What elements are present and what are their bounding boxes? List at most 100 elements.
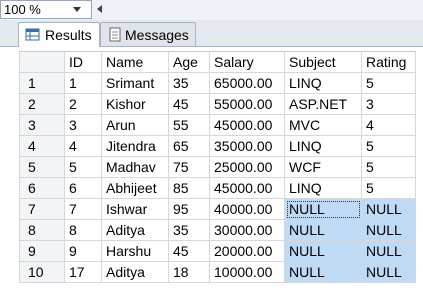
grid-cell[interactable]: 95	[168, 198, 210, 220]
table-row[interactable]: 4 4 Jitendra 65 35000.00 LINQ 5	[19, 135, 416, 157]
document-icon	[109, 27, 121, 42]
horizontal-scrollbar[interactable]	[92, 0, 423, 19]
grid-cell[interactable]: 85	[168, 177, 210, 199]
grid-cell[interactable]: 8	[64, 219, 102, 241]
table-row[interactable]: 5 5 Madhav 75 25000.00 WCF 5	[19, 156, 416, 178]
grid-cell[interactable]: ASP.NET	[284, 93, 362, 115]
grid-cell[interactable]: 5	[361, 177, 416, 199]
grid-cell[interactable]: 35000.00	[209, 135, 285, 157]
grid-cell[interactable]: 7	[64, 198, 102, 220]
header-row: ID Name Age Salary Subject Rating	[19, 51, 416, 73]
column-header-salary[interactable]: Salary	[209, 51, 285, 73]
grid-cell[interactable]: 25000.00	[209, 156, 285, 178]
row-number[interactable]: 5	[19, 156, 65, 178]
select-all-corner[interactable]	[19, 51, 65, 73]
grid-cell[interactable]: 6	[64, 177, 102, 199]
grid-cell[interactable]: 45000.00	[209, 177, 285, 199]
table-row[interactable]: 2 2 Kishor 45 55000.00 ASP.NET 3	[19, 93, 416, 115]
tab-results[interactable]: Results	[18, 22, 100, 47]
row-number[interactable]: 9	[19, 240, 65, 262]
grid-cell[interactable]: Arun	[101, 114, 169, 136]
grid-cell[interactable]: MVC	[284, 114, 362, 136]
grid-cell[interactable]: NULL	[361, 240, 416, 262]
grid-cell[interactable]: 75	[168, 156, 210, 178]
grid-cell[interactable]: NULL	[284, 261, 362, 283]
table-row[interactable]: 8 8 Aditya 35 30000.00 NULL NULL	[19, 219, 416, 241]
grid-cell[interactable]: 5	[64, 156, 102, 178]
grid-cell[interactable]: Jitendra	[101, 135, 169, 157]
grid-cell[interactable]: Aditya	[101, 219, 169, 241]
grid-cell[interactable]: Harshu	[101, 240, 169, 262]
grid-icon	[25, 28, 40, 41]
grid-cell[interactable]: Ishwar	[101, 198, 169, 220]
grid-cell[interactable]: 18	[168, 261, 210, 283]
grid-cell[interactable]: 3	[361, 93, 416, 115]
row-number[interactable]: 10	[19, 261, 65, 283]
grid-cell[interactable]: NULL	[361, 261, 416, 283]
grid-cell[interactable]: Abhijeet	[101, 177, 169, 199]
grid-cell[interactable]: 17	[64, 261, 102, 283]
table-row[interactable]: 9 9 Harshu 45 20000.00 NULL NULL	[19, 240, 416, 262]
table-row[interactable]: 6 6 Abhijeet 85 45000.00 LINQ 5	[19, 177, 416, 199]
column-header-name[interactable]: Name	[101, 51, 169, 73]
row-number[interactable]: 6	[19, 177, 65, 199]
row-number[interactable]: 7	[19, 198, 65, 220]
grid-cell[interactable]: 4	[361, 114, 416, 136]
grid-cell[interactable]: 5	[361, 72, 416, 94]
chevron-down-icon[interactable]	[73, 7, 81, 12]
grid-cell[interactable]: 3	[64, 114, 102, 136]
column-header-id[interactable]: ID	[64, 51, 102, 73]
results-grid: ID Name Age Salary Subject Rating 1 1 Srim…	[19, 51, 416, 283]
grid-cell[interactable]: 45000.00	[209, 114, 285, 136]
grid-cell[interactable]: 4	[64, 135, 102, 157]
grid-cell[interactable]: 65	[168, 135, 210, 157]
row-number[interactable]: 3	[19, 114, 65, 136]
grid-cell[interactable]: 5	[361, 156, 416, 178]
grid-cell[interactable]: LINQ	[284, 72, 362, 94]
grid-cell[interactable]: 5	[361, 135, 416, 157]
results-toolbar: 100 %	[0, 0, 423, 21]
grid-cell[interactable]: 65000.00	[209, 72, 285, 94]
zoom-dropdown[interactable]: 100 %	[0, 0, 92, 19]
grid-cell[interactable]: LINQ	[284, 177, 362, 199]
row-number[interactable]: 8	[19, 219, 65, 241]
grid-cell[interactable]: NULL	[284, 240, 362, 262]
grid-cell[interactable]: Kishor	[101, 93, 169, 115]
grid-cell[interactable]: 35	[168, 219, 210, 241]
tab-messages[interactable]: Messages	[100, 22, 196, 46]
row-number[interactable]: 4	[19, 135, 65, 157]
tab-messages-label: Messages	[125, 27, 189, 43]
grid-cell[interactable]: 30000.00	[209, 219, 285, 241]
column-header-rating[interactable]: Rating	[361, 51, 416, 73]
grid-cell[interactable]: 55	[168, 114, 210, 136]
grid-cell[interactable]: NULL	[361, 198, 416, 220]
scroll-left-arrow-icon[interactable]	[92, 0, 423, 19]
grid-cell[interactable]: 9	[64, 240, 102, 262]
grid-cell[interactable]: 35	[168, 72, 210, 94]
grid-cell[interactable]: Aditya	[101, 261, 169, 283]
table-row[interactable]: 3 3 Arun 55 45000.00 MVC 4	[19, 114, 416, 136]
table-row[interactable]: 1 1 Srimant 35 65000.00 LINQ 5	[19, 72, 416, 94]
row-number[interactable]: 1	[19, 72, 65, 94]
grid-cell[interactable]: 2	[64, 93, 102, 115]
grid-cell[interactable]: WCF	[284, 156, 362, 178]
grid-cell[interactable]: 45	[168, 240, 210, 262]
grid-cell[interactable]: NULL	[284, 219, 362, 241]
grid-cell[interactable]: LINQ	[284, 135, 362, 157]
table-row[interactable]: 10 17 Aditya 18 10000.00 NULL NULL	[19, 261, 416, 283]
grid-cell[interactable]: 20000.00	[209, 240, 285, 262]
grid-cell[interactable]: 55000.00	[209, 93, 285, 115]
grid-cell[interactable]: NULL	[361, 219, 416, 241]
grid-cell[interactable]: 45	[168, 93, 210, 115]
table-row[interactable]: 7 7 Ishwar 95 40000.00 NULL NULL	[19, 198, 416, 220]
grid-cell[interactable]: NULL	[284, 198, 362, 220]
column-header-subject[interactable]: Subject	[284, 51, 362, 73]
row-number[interactable]: 2	[19, 93, 65, 115]
results-grid-area: ID Name Age Salary Subject Rating 1 1 Srim…	[0, 46, 423, 297]
grid-cell[interactable]: Madhav	[101, 156, 169, 178]
grid-cell[interactable]: 1	[64, 72, 102, 94]
grid-cell[interactable]: 40000.00	[209, 198, 285, 220]
grid-cell[interactable]: 10000.00	[209, 261, 285, 283]
grid-cell[interactable]: Srimant	[101, 72, 169, 94]
column-header-age[interactable]: Age	[168, 51, 210, 73]
